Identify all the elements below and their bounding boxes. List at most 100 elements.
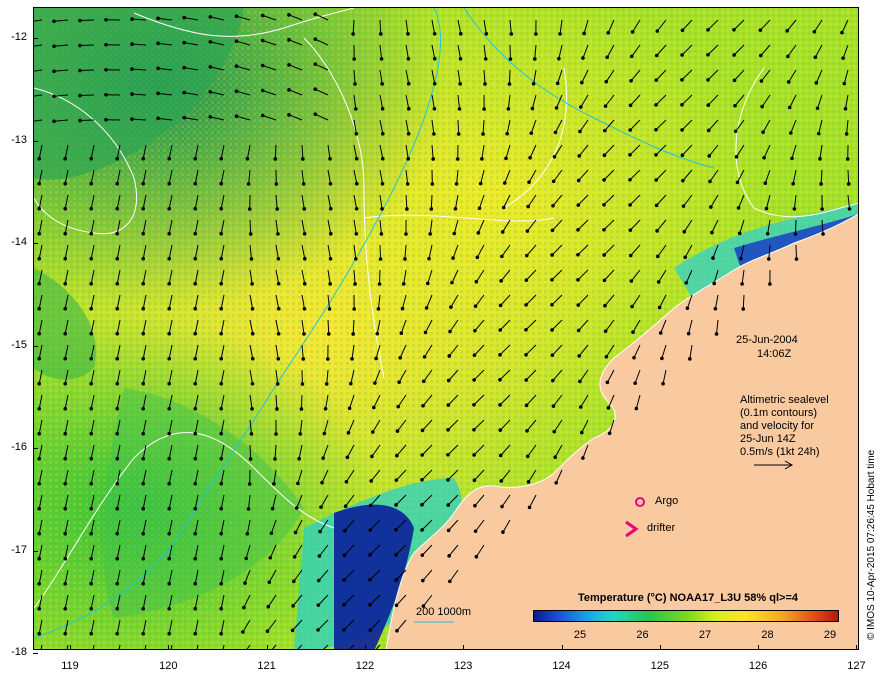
- velocity-arrow-head: [328, 181, 333, 186]
- velocity-arrow-head: [498, 328, 503, 332]
- velocity-arrow-head: [37, 181, 42, 186]
- velocity-arrow-head: [354, 156, 359, 161]
- velocity-arrow-head: [115, 531, 120, 536]
- velocity-arrow-head: [480, 157, 484, 161]
- velocity-arrow-head: [446, 428, 450, 432]
- velocity-arrow-head: [287, 38, 291, 42]
- velocity-arrow-head: [532, 57, 537, 61]
- velocity-arrow-head: [483, 82, 487, 86]
- velocity-arrow-head: [193, 256, 198, 261]
- velocity-arrow-head: [579, 105, 583, 109]
- velocity-arrow-head: [298, 432, 303, 436]
- velocity-arrow-head: [602, 253, 606, 257]
- velocity-arrow-head: [603, 329, 608, 334]
- velocity-arrow-head: [420, 502, 424, 507]
- velocity-arrow-head: [354, 132, 359, 136]
- velocity-arrow-head: [577, 154, 582, 158]
- velocity-arrow-head: [37, 331, 42, 336]
- velocity-arrow-head: [63, 506, 68, 511]
- velocity-arrow-head: [454, 182, 459, 186]
- velocity-arrow-head: [115, 206, 120, 211]
- velocity-arrow-head: [577, 354, 582, 358]
- velocity-arrow-head: [736, 206, 741, 210]
- velocity-arrow-head: [655, 229, 659, 233]
- velocity-arrow-head: [820, 207, 824, 211]
- velocity-arrow-head: [401, 282, 406, 286]
- velocity-arrow-head: [576, 252, 580, 257]
- velocity-arrow-head: [525, 428, 529, 433]
- velocity-arrow-head: [628, 203, 632, 207]
- velocity-arrow-head: [321, 456, 325, 460]
- velocity-arrow-head: [432, 31, 437, 36]
- velocity-arrow-head: [429, 207, 434, 211]
- velocity-arrow-head: [371, 405, 376, 410]
- velocity-arrow-head: [141, 556, 146, 561]
- velocity-arrow-head: [500, 254, 504, 259]
- velocity-arrow-head: [52, 119, 56, 124]
- velocity-arrow-head: [244, 556, 248, 561]
- velocity-arrow-head: [115, 181, 120, 186]
- velocity-arrow-head: [530, 106, 535, 111]
- velocity-arrow-head: [63, 181, 68, 186]
- velocity-arrow-head: [302, 306, 307, 311]
- velocity-arrow-head: [368, 528, 373, 532]
- velocity-arrow-head: [89, 256, 94, 261]
- velocity-arrow-head: [301, 182, 306, 186]
- velocity-arrow-head: [326, 332, 331, 336]
- velocity-arrow-head: [578, 129, 582, 134]
- velocity-arrow-head: [475, 255, 480, 260]
- velocity-arrow-head: [130, 42, 134, 46]
- velocity-arrow-head: [130, 92, 134, 96]
- velocity-arrow-head: [115, 506, 120, 511]
- velocity-arrow-head: [792, 207, 797, 211]
- velocity-arrow-head: [89, 531, 94, 536]
- velocity-arrow-head: [447, 354, 452, 358]
- velocity-arrow-head: [631, 330, 635, 334]
- velocity-arrow-head: [299, 407, 304, 411]
- velocity-arrow-head: [234, 89, 239, 93]
- velocity-arrow-head: [294, 506, 299, 510]
- velocity-arrow-head: [526, 204, 530, 209]
- velocity-arrow-head: [193, 156, 198, 161]
- velocity-arrow-head: [551, 378, 555, 383]
- velocity-arrow-head: [115, 381, 120, 386]
- velocity-arrow-head: [370, 454, 374, 459]
- velocity-arrow-head: [346, 431, 351, 435]
- velocity-arrow-head: [421, 403, 425, 408]
- velocity-arrow-head: [654, 103, 658, 107]
- velocity-arrow-head: [247, 207, 252, 211]
- velocity-arrow-head: [167, 431, 172, 436]
- velocity-arrow-head: [425, 281, 430, 286]
- velocity-arrow-head: [250, 282, 254, 286]
- y-axis-tick: [33, 448, 38, 449]
- velocity-arrow-head: [52, 94, 56, 99]
- velocity-arrow-head: [141, 256, 146, 261]
- velocity-arrow-head: [141, 481, 146, 486]
- y-axis-label: -16: [11, 441, 27, 453]
- velocity-arrow-head: [313, 87, 318, 91]
- velocity-arrow-head: [302, 281, 307, 286]
- velocity-arrow-head: [846, 182, 851, 186]
- velocity-arrow-head: [89, 431, 94, 436]
- velocity-arrow-head: [629, 54, 634, 59]
- velocity-arrow-head: [63, 556, 68, 561]
- velocity-arrow-head: [379, 232, 384, 236]
- velocity-arrow-head: [313, 12, 318, 16]
- velocity-arrow-head: [787, 105, 792, 110]
- velocity-arrow-head: [498, 428, 503, 432]
- velocity-arrow-head: [313, 62, 318, 66]
- velocity-arrow-head: [89, 506, 94, 511]
- velocity-arrow-head: [276, 281, 281, 286]
- velocity-arrow-head: [550, 228, 555, 233]
- velocity-arrow-head: [141, 331, 146, 336]
- velocity-arrow-head: [733, 103, 737, 108]
- velocity-arrow-head: [368, 503, 373, 508]
- velocity-arrow-head: [604, 354, 609, 359]
- velocity-arrow-head: [394, 503, 398, 507]
- sealevel-note-line-2: (0.1m contours): [740, 407, 818, 419]
- velocity-arrow-head: [63, 381, 68, 386]
- velocity-arrow-head: [576, 328, 581, 333]
- velocity-arrow-head: [842, 81, 847, 86]
- velocity-arrow-head: [167, 231, 172, 236]
- velocity-arrow-head: [78, 68, 82, 73]
